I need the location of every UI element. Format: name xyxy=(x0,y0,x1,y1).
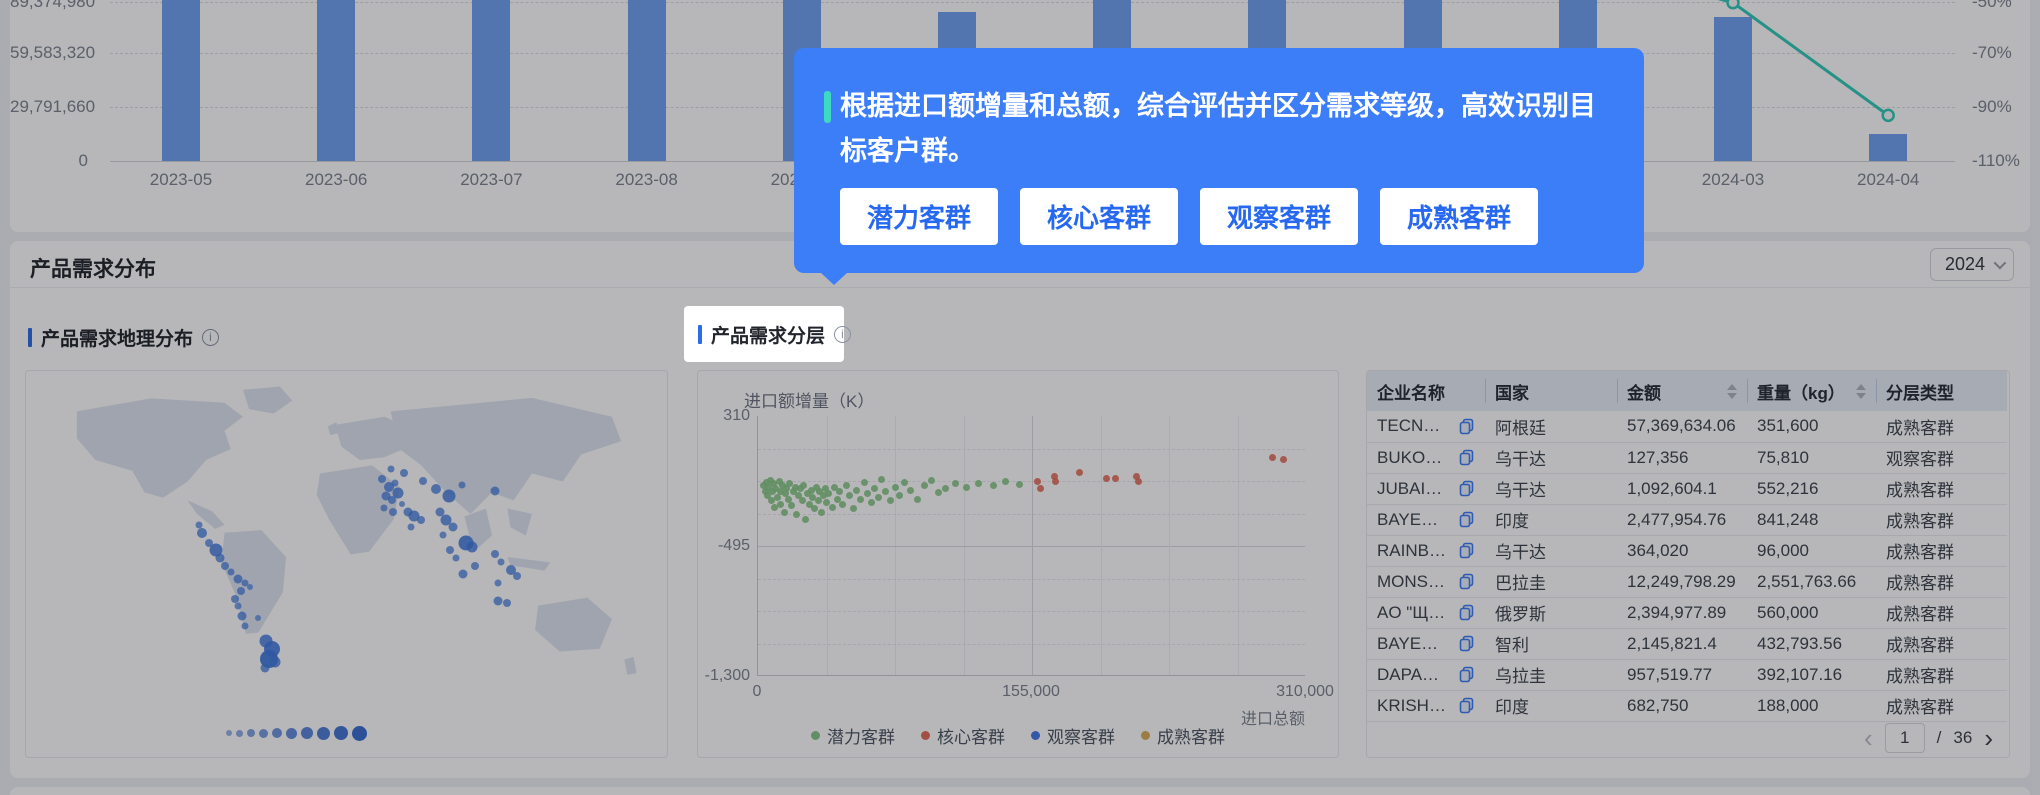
label-accent-bar xyxy=(698,324,702,344)
tour-button-mature[interactable]: 成熟客群 xyxy=(1380,188,1539,245)
dashboard-page: 2023-052023-062023-072023-082023-092023-… xyxy=(0,0,2040,795)
tour-button-core[interactable]: 核心客群 xyxy=(1020,188,1179,245)
tier-distribution-title: 产品需求分层 xyxy=(711,325,826,347)
info-icon[interactable]: i xyxy=(834,325,852,343)
tooltip-buttons: 潜力客群 核心客群 观察客群 成熟客群 xyxy=(840,188,1604,245)
tier-label-spotlight: 产品需求分层 i xyxy=(684,306,852,362)
tour-button-potential[interactable]: 潜力客群 xyxy=(840,188,999,245)
tooltip-arrow xyxy=(820,272,848,285)
tour-tooltip: 根据进口额增量和总额，综合评估并区分需求等级，高效识别目标客户群。 潜力客群 核… xyxy=(794,48,1644,285)
tour-button-watch[interactable]: 观察客群 xyxy=(1200,188,1359,245)
tooltip-accent-bar xyxy=(824,91,831,123)
tooltip-text: 根据进口额增量和总额，综合评估并区分需求等级，高效识别目标客户群。 xyxy=(840,91,1596,166)
tier-distribution-label: 产品需求分层 i xyxy=(698,320,852,348)
